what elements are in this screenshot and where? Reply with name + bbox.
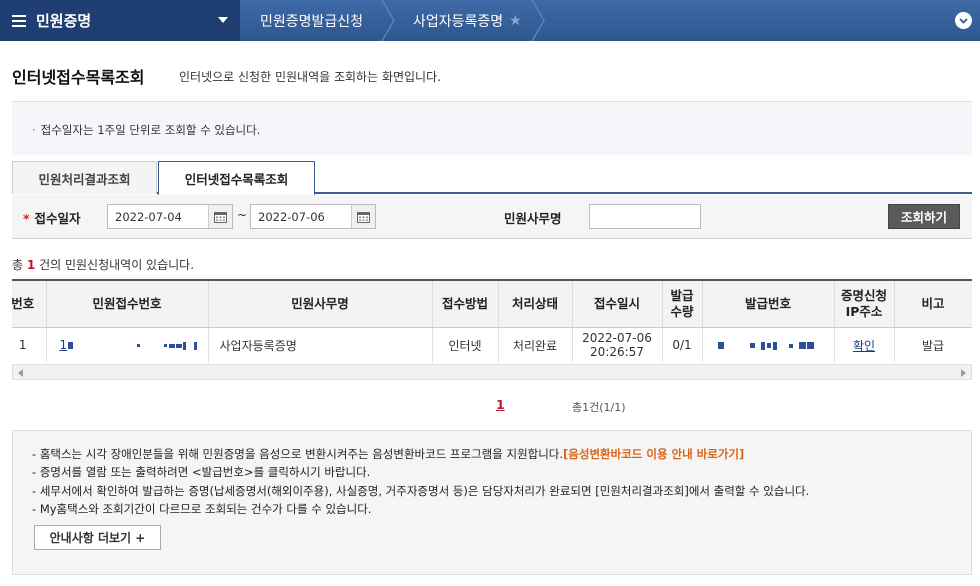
tab-bar: 민원처리결과조회 인터넷접수목록조회 [12,161,972,196]
col-header: 비고 [894,281,972,328]
search-panel: * 접수일자 2022-07-04 ~ 2022-07-06 민원사무명 조회하기 [12,195,972,239]
barcode-guide-link[interactable]: [음성변환바코드 이용 안내 바로가기] [563,447,744,461]
chevron-separator-icon [531,0,545,41]
tab-internet-receipt-list[interactable]: 인터넷접수목록조회 [158,161,315,196]
list-item: 홈택스는 시각 장애인분들을 위해 민원증명을 음성으로 변환시켜주는 음성변환… [32,445,809,463]
col-header: 민원접수번호 [46,281,209,328]
expand-circle-icon[interactable] [955,12,972,29]
required-marker: * [23,211,30,226]
cell-ip: 확인 [834,327,895,363]
calendar-icon[interactable] [208,205,232,228]
date-range-separator: ~ [237,208,248,222]
info-box: 홈택스는 시각 장애인분들을 위해 민원증명을 음성으로 변환시켜주는 음성변환… [12,430,972,575]
col-header: 번호 [12,281,47,328]
cell-receipt-number: 1 [46,327,209,363]
scroll-left-icon[interactable] [18,369,23,377]
page-title: 인터넷접수목록조회 [12,68,145,87]
date-from-field[interactable]: 2022-07-04 [107,204,233,229]
office-name-input[interactable] [589,204,701,229]
results-table: 번호 민원접수번호 민원사무명 접수방법 처리상태 접수일시 발급 수량 발급번… [12,279,972,363]
hamburger-icon [12,12,26,30]
breadcrumb-label: 민원증명발급신청 [260,13,364,30]
list-item: My홈택스와 조회기간이 다르므로 조회되는 건수가 다를 수 있습니다. [32,500,809,518]
scroll-right-icon[interactable] [961,369,966,377]
top-nav: 민원증명 민원증명발급신청 사업자등록증명 ★ [0,0,980,41]
col-header: 처리상태 [498,281,573,328]
col-header: 발급 수량 [662,281,703,328]
tab-processing-results[interactable]: 민원처리결과조회 [12,161,157,194]
ip-confirm-link[interactable]: 확인 [853,339,875,353]
notice-box: 접수일자는 1주일 단위로 조회할 수 있습니다. [12,101,972,155]
breadcrumb-business-registration[interactable]: 사업자등록증명 ★ [393,0,545,41]
nav-title: 민원증명 [36,12,92,30]
search-button[interactable]: 조회하기 [888,204,960,229]
date-to-field[interactable]: 2022-07-06 [250,204,376,229]
table-row: 1 1 사업자등록증명 인터넷 처리완료 2022-07-06 20:26:57… [12,327,972,363]
col-header: 발급번호 [702,281,835,328]
result-count-number: 1 [26,258,36,272]
cell-no: 1 [12,327,47,363]
cell-qty: 0/1 [662,327,703,363]
breadcrumb-civil-request[interactable]: 민원증명발급신청 [240,0,395,41]
col-header: 민원사무명 [208,281,433,328]
receipt-number-link[interactable]: 1 [60,338,68,352]
table-header-row: 번호 민원접수번호 민원사무명 접수방법 처리상태 접수일시 발급 수량 발급번… [12,281,972,328]
more-info-button[interactable]: 안내사항 더보기 + [34,525,161,550]
cell-datetime: 2022-07-06 20:26:57 [572,327,663,363]
caret-down-icon [218,17,228,23]
issue-number-link[interactable] [717,338,814,352]
pagination-info: 총1건(1/1) [572,401,626,414]
horizontal-scrollbar[interactable] [12,364,972,380]
cell-status: 처리완료 [498,327,573,363]
info-list: 홈택스는 시각 장애인분들을 위해 민원증명을 음성으로 변환시켜주는 음성변환… [32,445,809,518]
col-header: 접수방법 [432,281,499,328]
cell-method: 인터넷 [432,327,499,363]
office-label: 민원사무명 [504,211,562,226]
date-label: * 접수일자 [23,211,81,226]
calendar-icon[interactable] [351,205,375,228]
page-1-link[interactable]: 1 [496,397,505,412]
result-count: 총 1 건의 민원신청내역이 있습니다. [12,258,195,272]
col-header: 접수일시 [572,281,663,328]
list-item: 증명서를 열람 또는 출력하려면 <발급번호>를 클릭하시기 바랍니다. [32,463,809,481]
cell-note: 발급 [894,327,972,363]
col-header: 증명신청 IP주소 [834,281,895,328]
notice-text: 접수일자는 1주일 단위로 조회할 수 있습니다. [32,122,261,138]
star-icon[interactable]: ★ [509,13,522,29]
list-item: 세무서에서 확인하여 발급하는 증명(납세증명서(해외이주용), 사실증명, 거… [32,482,809,500]
cell-office-name: 사업자등록증명 [208,327,433,363]
page-description: 인터넷으로 신청한 민원내역을 조회하는 화면입니다. [179,70,441,84]
breadcrumb-label: 사업자등록증명 [413,13,504,30]
nav-menu-dropdown[interactable]: 민원증명 [0,0,240,41]
cell-issue-number [702,327,835,363]
